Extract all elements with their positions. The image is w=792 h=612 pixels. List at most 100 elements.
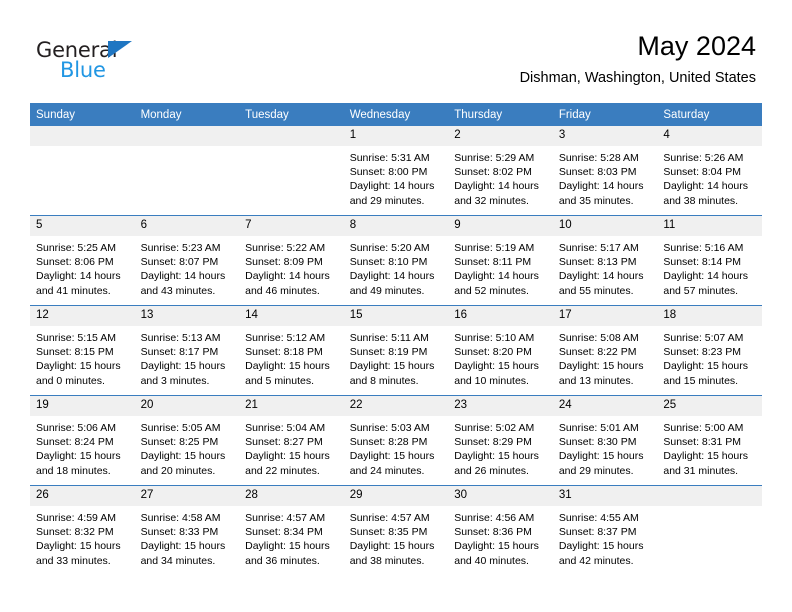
daylight-text-line1: Daylight: 15 hours — [349, 360, 435, 373]
calendar-day-cell[interactable]: 2 Sunrise: 5:29 AM Sunset: 8:02 PM Daylight… — [448, 126, 553, 216]
daylight-text-line1: Daylight: 14 hours — [349, 270, 435, 283]
calendar-day-cell[interactable]: 18 Sunrise: 5:07 AM Sunset: 8:23 PM Dayligh… — [657, 305, 762, 396]
calendar-day-cell[interactable]: 22 Sunrise: 5:03 AM Sunset: 8:28 PM Dayligh… — [343, 395, 449, 486]
sunrise-text: Sunrise: 4:55 AM — [558, 512, 639, 524]
day-details: Sunrise: 5:22 AM Sunset: 8:09 PM Daylight:… — [239, 236, 344, 298]
calendar-day-cell[interactable]: 29 Sunrise: 4:57 AM Sunset: 8:35 PM Dayligh… — [343, 485, 449, 575]
calendar-day-cell[interactable]: 14 Sunrise: 5:12 AM Sunset: 8:18 PM Dayligh… — [239, 305, 344, 396]
day-number: 23 — [448, 396, 553, 416]
calendar-day-cell[interactable]: 9 Sunrise: 5:19 AM Sunset: 8:11 PM Daylight… — [448, 215, 553, 306]
day-number: 22 — [343, 396, 449, 416]
daylight-text-line2: and 40 minutes. — [454, 554, 529, 567]
sunset-text: Sunset: 8:09 PM — [245, 256, 323, 269]
sunrise-text: Sunrise: 5:19 AM — [454, 242, 535, 254]
day-details: Sunrise: 5:26 AM Sunset: 8:04 PM Daylight:… — [657, 146, 762, 208]
calendar-day-cell[interactable]: 20 Sunrise: 5:05 AM Sunset: 8:25 PM Dayligh… — [134, 395, 240, 486]
calendar-day-cell[interactable]: 3 Sunrise: 5:28 AM Sunset: 8:03 PM Daylight… — [552, 126, 658, 216]
sunset-text: Sunset: 8:15 PM — [36, 346, 114, 359]
calendar-day-cell[interactable]: 1 Sunrise: 5:31 AM Sunset: 8:00 PM Daylight… — [343, 126, 449, 216]
calendar-day-cell[interactable]: 10 Sunrise: 5:17 AM Sunset: 8:13 PM Dayligh… — [552, 215, 658, 306]
day-details: Sunrise: 5:19 AM Sunset: 8:11 PM Daylight:… — [448, 236, 553, 298]
weekday-header-thursday: Thursday — [448, 103, 553, 126]
sunset-text: Sunset: 8:25 PM — [140, 436, 219, 449]
daylight-text-line1: Daylight: 14 hours — [140, 270, 226, 283]
sunset-text: Sunset: 8:22 PM — [558, 346, 637, 359]
calendar-day-cell[interactable]: 12 Sunrise: 5:15 AM Sunset: 8:15 PM Dayligh… — [30, 305, 135, 396]
day-number: 7 — [239, 216, 344, 236]
calendar-day-cell[interactable]: 28 Sunrise: 4:57 AM Sunset: 8:34 PM Dayligh… — [239, 485, 344, 575]
sunrise-text: Sunrise: 5:11 AM — [349, 332, 429, 344]
calendar-day-cell[interactable]: 30 Sunrise: 4:56 AM Sunset: 8:36 PM Dayligh… — [448, 485, 553, 575]
day-details: Sunrise: 4:57 AM Sunset: 8:35 PM Daylight:… — [344, 506, 449, 568]
daylight-text-line2: and 10 minutes. — [454, 374, 529, 387]
calendar-day-cell[interactable]: 16 Sunrise: 5:10 AM Sunset: 8:20 PM Dayligh… — [448, 305, 553, 396]
sunrise-text: Sunrise: 5:25 AM — [36, 242, 116, 254]
day-number: 12 — [30, 306, 135, 326]
day-details: Sunrise: 5:10 AM Sunset: 8:20 PM Daylight:… — [448, 326, 553, 388]
calendar-day-cell[interactable]: 8 Sunrise: 5:20 AM Sunset: 8:10 PM Daylight… — [343, 215, 449, 306]
daylight-text-line1: Daylight: 15 hours — [663, 450, 749, 463]
daylight-text-line2: and 3 minutes. — [140, 374, 210, 387]
day-details: Sunrise: 4:56 AM Sunset: 8:36 PM Daylight:… — [448, 506, 553, 568]
day-details: Sunrise: 5:12 AM Sunset: 8:18 PM Daylight:… — [239, 326, 344, 388]
calendar-day-cell[interactable]: 7 Sunrise: 5:22 AM Sunset: 8:09 PM Daylight… — [239, 215, 344, 306]
calendar-day-cell[interactable]: 23 Sunrise: 5:02 AM Sunset: 8:29 PM Dayligh… — [448, 395, 553, 486]
calendar-day-cell[interactable]: 5 Sunrise: 5:25 AM Sunset: 8:06 PM Daylight… — [30, 215, 135, 306]
sunset-text: Sunset: 8:14 PM — [663, 256, 742, 269]
calendar-day-cell[interactable]: 17 Sunrise: 5:08 AM Sunset: 8:22 PM Dayligh… — [552, 305, 658, 396]
day-number: 2 — [448, 126, 553, 146]
day-number: 11 — [657, 216, 762, 236]
sunrise-text: Sunrise: 5:17 AM — [558, 242, 639, 254]
sunrise-text: Sunrise: 5:08 AM — [558, 332, 639, 344]
sunrise-text: Sunrise: 5:03 AM — [349, 422, 430, 434]
weekday-header-row: Sunday Monday Tuesday Wednesday Thursday… — [30, 103, 762, 126]
daylight-text-line2: and 15 minutes. — [663, 374, 739, 387]
sunrise-text: Sunrise: 5:22 AM — [245, 242, 326, 254]
daylight-text-line1: Daylight: 15 hours — [36, 540, 121, 553]
daylight-text-line2: and 29 minutes. — [349, 194, 425, 207]
logo-text-blue: Blue — [60, 58, 106, 82]
sunset-text: Sunset: 8:04 PM — [663, 166, 742, 179]
day-details: Sunrise: 4:58 AM Sunset: 8:33 PM Daylight:… — [135, 506, 240, 568]
day-details: Sunrise: 5:05 AM Sunset: 8:25 PM Daylight:… — [135, 416, 240, 478]
daylight-text-line1: Daylight: 15 hours — [245, 450, 330, 463]
sunset-text: Sunset: 8:07 PM — [140, 256, 219, 269]
weekday-header-monday: Monday — [134, 103, 240, 126]
sunset-text: Sunset: 8:35 PM — [349, 526, 428, 539]
calendar-day-cell[interactable]: 27 Sunrise: 4:58 AM Sunset: 8:33 PM Dayligh… — [134, 485, 240, 575]
calendar-day-cell[interactable]: 4 Sunrise: 5:26 AM Sunset: 8:04 PM Daylight… — [657, 126, 762, 216]
day-details: Sunrise: 5:15 AM Sunset: 8:15 PM Daylight:… — [30, 326, 135, 388]
day-details: Sunrise: 5:29 AM Sunset: 8:02 PM Daylight:… — [448, 146, 553, 208]
daylight-text-line2: and 52 minutes. — [454, 284, 529, 297]
sunset-text: Sunset: 8:00 PM — [349, 166, 428, 179]
daylight-text-line1: Daylight: 15 hours — [349, 540, 435, 553]
day-details: Sunrise: 5:08 AM Sunset: 8:22 PM Daylight:… — [553, 326, 658, 388]
calendar-day-cell[interactable]: 13 Sunrise: 5:13 AM Sunset: 8:17 PM Dayligh… — [134, 305, 240, 396]
daylight-text-line2: and 55 minutes. — [558, 284, 634, 297]
calendar-day-cell[interactable]: 24 Sunrise: 5:01 AM Sunset: 8:30 PM Dayligh… — [552, 395, 658, 486]
day-details: Sunrise: 4:55 AM Sunset: 8:37 PM Daylight:… — [553, 506, 658, 568]
day-details: Sunrise: 5:06 AM Sunset: 8:24 PM Daylight:… — [30, 416, 135, 478]
day-number: 27 — [134, 486, 240, 506]
sunset-text: Sunset: 8:11 PM — [454, 256, 532, 269]
calendar-day-cell[interactable]: 21 Sunrise: 5:04 AM Sunset: 8:27 PM Dayligh… — [239, 395, 344, 486]
sunrise-text: Sunrise: 5:04 AM — [245, 422, 326, 434]
sunrise-text: Sunrise: 5:10 AM — [454, 332, 535, 344]
calendar-day-cell[interactable]: 31 Sunrise: 4:55 AM Sunset: 8:37 PM Dayligh… — [552, 485, 658, 575]
calendar-day-cell[interactable]: 26 Sunrise: 4:59 AM Sunset: 8:32 PM Dayligh… — [30, 485, 135, 575]
page-header: General Blue May 2024 Dishman, Washingto… — [0, 0, 792, 103]
calendar-day-cell[interactable]: 19 Sunrise: 5:06 AM Sunset: 8:24 PM Dayligh… — [30, 395, 135, 486]
calendar-day-cell[interactable]: 25 Sunrise: 5:00 AM Sunset: 8:31 PM Dayligh… — [657, 395, 762, 486]
calendar-day-cell[interactable]: 11 Sunrise: 5:16 AM Sunset: 8:14 PM Dayligh… — [657, 215, 762, 306]
calendar-day-cell[interactable]: 15 Sunrise: 5:11 AM Sunset: 8:19 PM Dayligh… — [343, 305, 449, 396]
daylight-text-line2: and 24 minutes. — [349, 464, 425, 477]
day-details: Sunrise: 5:01 AM Sunset: 8:30 PM Daylight:… — [553, 416, 658, 478]
day-details: Sunrise: 4:59 AM Sunset: 8:32 PM Daylight:… — [30, 506, 135, 568]
day-details: Sunrise: 5:11 AM Sunset: 8:19 PM Daylight:… — [344, 326, 449, 388]
day-number — [657, 486, 762, 506]
calendar-day-cell[interactable]: 6 Sunrise: 5:23 AM Sunset: 8:07 PM Daylight… — [134, 215, 240, 306]
calendar-day-cell-empty — [134, 126, 240, 216]
daylight-text-line2: and 41 minutes. — [36, 284, 111, 297]
day-number: 25 — [657, 396, 762, 416]
sunset-text: Sunset: 8:17 PM — [140, 346, 219, 359]
